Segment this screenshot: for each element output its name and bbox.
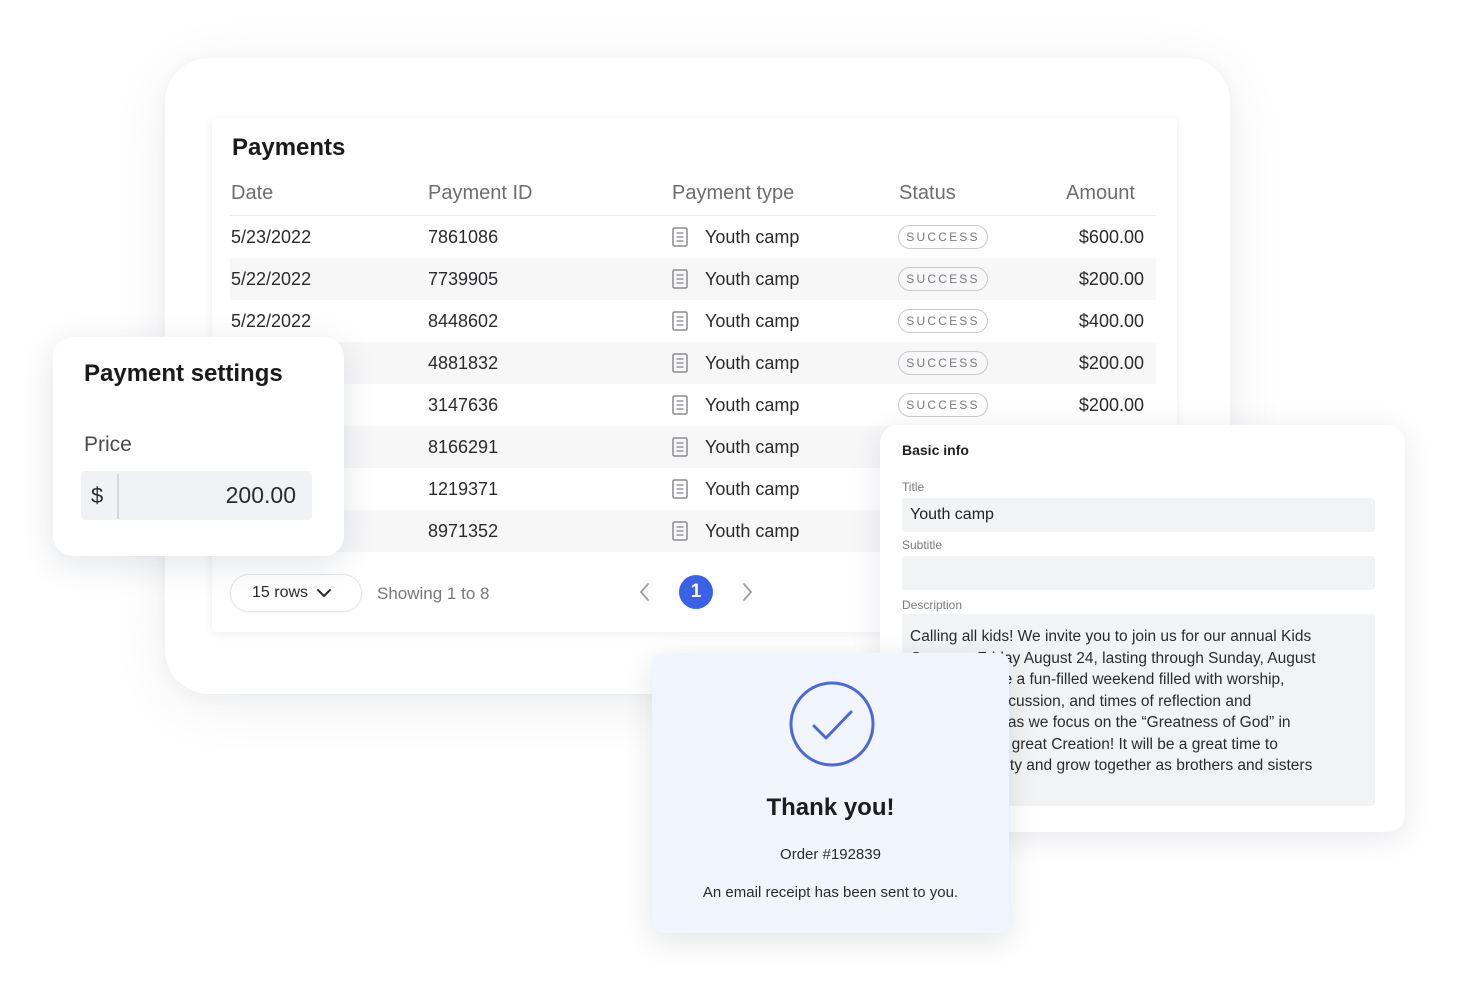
receipt-note: An email receipt has been sent to you. <box>702 884 959 901</box>
payment-type: Youth camp <box>705 311 800 331</box>
page-button-current[interactable]: 1 <box>679 575 713 609</box>
payment-date: 5/22/2022 <box>231 311 312 331</box>
subtitle-label: Subtitle <box>902 538 943 552</box>
payment-amount: $200.00 <box>1078 353 1144 373</box>
payment-id: 4881832 <box>428 353 499 373</box>
document-icon <box>672 521 688 541</box>
price-input[interactable]: $ 200.00 <box>81 471 312 520</box>
payment-id: 8448602 <box>428 311 499 331</box>
subtitle-field[interactable] <box>902 556 1375 590</box>
status-badge: SUCCESS <box>898 267 988 291</box>
payment-id: 7739905 <box>428 269 499 289</box>
title-label: Title <box>902 480 925 494</box>
payment-type: Youth camp <box>705 395 800 415</box>
chevron-left-icon[interactable] <box>634 580 656 604</box>
payment-type: Youth camp <box>705 227 800 247</box>
title-field[interactable]: Youth camp <box>902 498 1375 532</box>
description-label: Description <box>902 598 963 612</box>
table-row[interactable]: 4881832 Youth camp SUCCESS $200.00 <box>230 342 1156 384</box>
status-badge: SUCCESS <box>898 351 988 375</box>
status-badge: SUCCESS <box>898 309 988 333</box>
payment-type: Youth camp <box>705 269 800 289</box>
check-circle-icon <box>789 681 875 767</box>
table-row[interactable]: 5/22/2022 8448602 Youth camp SUCCESS $400.00 <box>230 300 1156 342</box>
currency-divider <box>117 474 119 519</box>
column-header-date[interactable]: Date <box>231 182 273 205</box>
table-row[interactable]: 3147636 Youth camp SUCCESS $200.00 <box>230 384 1156 426</box>
document-icon <box>672 353 688 373</box>
column-header-status[interactable]: Status <box>899 182 956 205</box>
thank-you-title: Thank you! <box>766 794 895 821</box>
payments-title: Payments <box>232 134 346 161</box>
payment-type: Youth camp <box>705 479 800 499</box>
title-value: Youth camp <box>910 506 994 523</box>
payment-settings-card: Payment settings Price $ 200.00 <box>53 337 344 556</box>
payment-settings-title: Payment settings <box>84 360 283 387</box>
document-icon <box>672 311 688 331</box>
payment-date: 5/22/2022 <box>231 269 312 289</box>
payment-id: 8166291 <box>428 437 499 457</box>
chevron-right-icon[interactable] <box>736 580 758 604</box>
document-icon <box>672 395 688 415</box>
payment-type: Youth camp <box>705 437 800 457</box>
rows-per-page-label: 15 rows <box>252 584 309 601</box>
basic-info-title: Basic info <box>902 442 969 458</box>
rows-per-page-select[interactable]: 15 rows <box>230 574 362 612</box>
payment-id: 1219371 <box>428 479 499 499</box>
payment-type: Youth camp <box>705 353 800 373</box>
payment-date: 5/23/2022 <box>231 227 312 247</box>
price-value: 200.00 <box>225 482 296 508</box>
price-label: Price <box>84 433 132 456</box>
document-icon <box>672 437 688 457</box>
status-badge: SUCCESS <box>898 225 988 249</box>
thank-you-card: Thank you! Order #192839 An email receip… <box>652 653 1009 933</box>
payment-amount: $400.00 <box>1078 311 1144 331</box>
payment-id: 8971352 <box>428 521 499 541</box>
payment-amount: $200.00 <box>1078 395 1144 415</box>
payment-id: 7861086 <box>428 227 499 247</box>
document-icon <box>672 269 688 289</box>
pagination-summary: Showing 1 to 8 <box>377 584 490 603</box>
document-icon <box>672 227 688 247</box>
payment-amount: $200.00 <box>1078 269 1144 289</box>
currency-symbol: $ <box>91 483 104 508</box>
table-row[interactable]: 5/23/2022 7861086 Youth camp SUCCESS $600.00 <box>230 216 1156 258</box>
chevron-down-icon <box>317 589 332 597</box>
payment-type: Youth camp <box>705 521 800 541</box>
table-row[interactable]: 5/22/2022 7739905 Youth camp SUCCESS $200.00 <box>230 258 1156 300</box>
payment-amount: $600.00 <box>1078 227 1144 247</box>
status-badge: SUCCESS <box>898 393 988 417</box>
column-header-payment-id[interactable]: Payment ID <box>428 182 532 205</box>
description-line: Calling all kids! We invite you to join … <box>910 628 1312 645</box>
document-icon <box>672 479 688 499</box>
payment-id: 3147636 <box>428 395 499 415</box>
column-header-payment-type[interactable]: Payment type <box>672 182 794 205</box>
column-header-amount[interactable]: Amount <box>1066 182 1135 205</box>
order-number: Order #192839 <box>780 846 881 863</box>
